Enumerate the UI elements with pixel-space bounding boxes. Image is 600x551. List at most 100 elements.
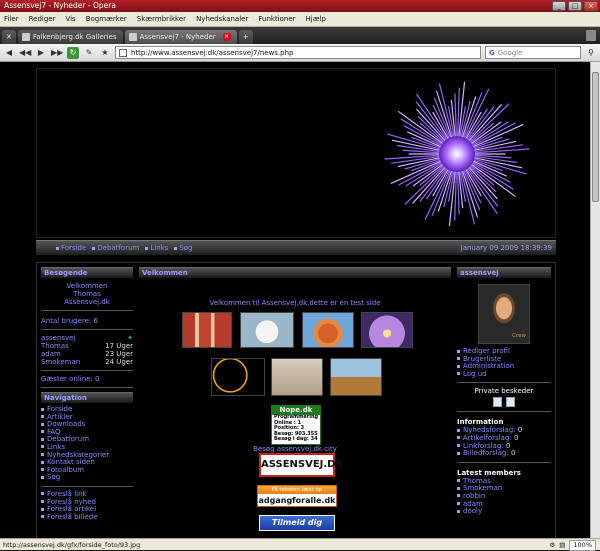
status-url: http://assensvej.dk/gfx/forside_foto/93.…: [3, 541, 141, 549]
nav-item-sog[interactable]: Søg: [41, 474, 133, 482]
back-icon[interactable]: ◀: [3, 47, 15, 59]
tilmeld-banner[interactable]: Tilmeld dig: [259, 515, 335, 531]
new-tab-button[interactable]: +: [238, 30, 253, 44]
logout-link[interactable]: Log ud: [457, 370, 551, 379]
address-field[interactable]: http://www.assensvej.dk/assensvej7/news.…: [115, 46, 481, 59]
left-column: Besøgende Velkommen Thomas Assensvej.dk …: [41, 267, 133, 521]
navigation-header: Navigation: [41, 392, 133, 403]
welcome-message: Velkommen til Assensvej.dk,dette er en t…: [209, 299, 381, 307]
visitor-name: Thomas: [73, 290, 101, 298]
avatar-tag: Crew: [512, 333, 526, 339]
inbox-icon[interactable]: [493, 397, 502, 408]
gallery-thumbnail[interactable]: [361, 312, 413, 348]
divider: [41, 485, 133, 487]
edit-icon[interactable]: ✎: [83, 47, 95, 59]
navigation-bar: ◀ ◀◀ ▶ ▶▶ ↻ ✎ ★ http://www.assensvej.dk/…: [0, 44, 600, 62]
menu-widgets[interactable]: Skærmbrikker: [137, 12, 186, 26]
menu-tools[interactable]: Funktioner: [258, 12, 295, 26]
nav-link-links[interactable]: Links: [145, 244, 168, 252]
gallery-thumbnail[interactable]: [302, 312, 354, 348]
trash-icon[interactable]: [586, 30, 596, 41]
online-user-icon: ✦: [127, 334, 133, 342]
nav-link-forside[interactable]: Forside: [56, 244, 86, 252]
city-link[interactable]: Besøg assensvej.dk city: [139, 445, 451, 453]
status-settings-icon[interactable]: ⚙: [549, 539, 555, 551]
reload-icon[interactable]: ↻: [67, 46, 79, 59]
page-icon: [21, 33, 30, 41]
menu-feeds[interactable]: Nyhedskanaler: [196, 12, 248, 26]
divider: [457, 461, 551, 463]
visitors-header: Besøgende: [41, 267, 133, 278]
status-bar: http://assensvej.dk/gfx/forside_foto/93.…: [0, 538, 600, 551]
gallery-thumbnail[interactable]: [330, 358, 382, 396]
adgang-top-text: Få teksten læst op: [258, 486, 336, 494]
flower-image: [384, 81, 530, 227]
tab-bar: ✕ Falkenbjerg.dk Galleries Assensvej7 - …: [0, 27, 600, 44]
address-url: http://www.assensvej.dk/assensvej7/news.…: [131, 48, 294, 57]
gallery-thumbnail[interactable]: [182, 312, 232, 348]
tab-assensvej7[interactable]: Assensvej7 - Nyheder ×: [124, 30, 237, 44]
fast-forward-icon[interactable]: ▶▶: [51, 47, 63, 59]
menu-edit[interactable]: Rediger: [29, 12, 56, 26]
search-placeholder: Google: [497, 48, 523, 57]
adgangforalle-banner[interactable]: Få teksten læst op adgangforalle.dk: [257, 485, 337, 507]
tab-falkenbjerg[interactable]: Falkenbjerg.dk Galleries: [17, 30, 123, 44]
member-item[interactable]: dooly: [457, 507, 551, 516]
menu-view[interactable]: Vis: [65, 12, 75, 26]
vertical-scrollbar[interactable]: [590, 62, 600, 538]
bullet-icon: [174, 246, 178, 250]
maximize-button[interactable]: □: [568, 1, 582, 11]
assensvej-banner[interactable]: ASSENSVEJ.DK: [259, 453, 343, 477]
menu-bookmarks[interactable]: Bogmærker: [86, 12, 127, 26]
date-display: January 09 2009 18:39:39: [460, 244, 552, 252]
adgang-bottom-text: adgangforalle.dk: [258, 496, 336, 505]
users-count: Antal brugere: 6: [41, 317, 99, 325]
user-row[interactable]: adam 23 Uger: [41, 350, 133, 358]
gallery-thumbnail[interactable]: [271, 358, 323, 396]
gallery-thumbnail[interactable]: [240, 312, 294, 348]
bookmark-star-icon[interactable]: ★: [99, 47, 111, 59]
close-tab-icon[interactable]: ×: [222, 33, 231, 41]
page-icon: [128, 33, 137, 41]
welcome-text: Velkommen: [66, 282, 108, 290]
user-row[interactable]: assensvej ✦: [41, 334, 133, 342]
wrench-icon: ✕: [6, 33, 12, 41]
menu-file[interactable]: Filer: [4, 12, 19, 26]
main-content: Besøgende Velkommen Thomas Assensvej.dk …: [36, 262, 556, 538]
plus-icon: +: [242, 33, 249, 41]
compose-icon[interactable]: [506, 397, 515, 408]
scrollbar-thumb[interactable]: [592, 72, 599, 202]
top-navigation: Forside Debatforum Links Søg January 09 …: [36, 240, 556, 255]
info-item[interactable]: Billedforslag: 0: [457, 449, 551, 458]
close-window-button[interactable]: ×: [584, 1, 598, 11]
rewind-icon[interactable]: ◀◀: [19, 47, 31, 59]
divider: [457, 382, 551, 384]
bullet-icon: [56, 246, 59, 250]
window-title: Assensvej7 - Nyheder - Opera: [4, 1, 116, 10]
divider: [41, 370, 133, 371]
minimize-button[interactable]: _: [552, 1, 566, 11]
center-column: Velkommen Velkommen til Assensvej.dk,det…: [139, 267, 451, 538]
menu-help[interactable]: Hjælp: [306, 12, 326, 26]
user-row[interactable]: Thomas 17 Uger: [41, 342, 133, 350]
gallery-thumbnail[interactable]: [211, 358, 265, 396]
status-view-icon[interactable]: ▤: [559, 539, 565, 551]
search-field[interactable]: G Google: [485, 46, 581, 59]
suggest-image[interactable]: Foreslå billede: [41, 513, 133, 522]
zoom-level[interactable]: 100%: [569, 539, 596, 551]
nav-link-sog[interactable]: Søg: [174, 244, 193, 252]
divider: [457, 411, 551, 413]
nope-counter-widget[interactable]: Nope.dk Programmering Online : 1 Positio…: [271, 405, 321, 445]
forward-icon[interactable]: ▶: [35, 47, 47, 59]
user-row[interactable]: Smokeman 24 Uger: [41, 358, 133, 366]
tools-tab[interactable]: ✕: [2, 30, 16, 44]
visitor-site[interactable]: Assensvej.dk: [41, 298, 133, 306]
google-icon: G: [489, 48, 495, 57]
avatar: Crew: [478, 284, 530, 344]
window-titlebar: Assensvej7 - Nyheder - Opera _ □ ×: [0, 0, 600, 12]
divider: [41, 329, 133, 330]
nav-link-debatforum[interactable]: Debatforum: [92, 244, 139, 252]
private-messages-label: Private beskeder: [474, 387, 534, 396]
page-viewport: Forside Debatforum Links Søg January 09 …: [0, 62, 600, 538]
search-engine-icon[interactable]: ⚲: [585, 47, 597, 59]
